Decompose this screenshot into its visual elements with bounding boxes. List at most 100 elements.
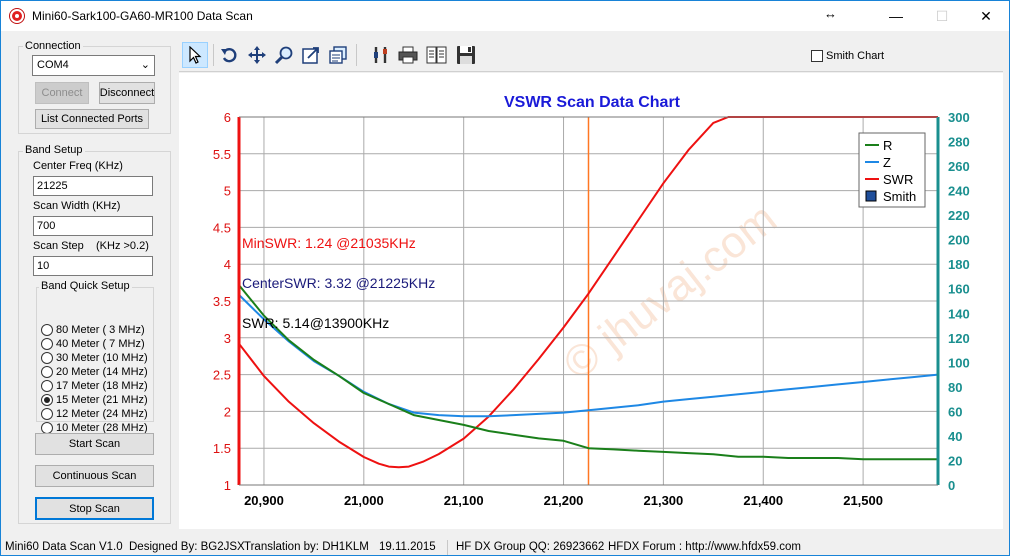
x-tick-label: 21,000: [344, 493, 384, 508]
app-window: Mini60-Sark100-GA60-MR100 Data Scan ↔ — …: [0, 0, 1010, 556]
port-select[interactable]: COM4 ⌄: [32, 55, 155, 76]
band-radio-label: 15 Meter (21 MHz): [56, 394, 148, 406]
y-left-tick-label: 1: [224, 478, 231, 493]
y-right-tick-label: 200: [948, 233, 970, 248]
toolbar-separator: [213, 44, 214, 66]
band-setup-group-label: Band Setup: [23, 144, 85, 156]
title-bar: Mini60-Sark100-GA60-MR100 Data Scan ↔ — …: [1, 1, 1009, 31]
print-icon[interactable]: [395, 42, 421, 68]
band-quick-setup-label: Band Quick Setup: [39, 280, 132, 292]
status-designed-by: Designed By: BG2JSX: [129, 541, 245, 553]
chart-legend: RZ SWR Smith: [858, 132, 926, 208]
connect-button[interactable]: Connect: [35, 82, 89, 104]
x-tick-label: 21,300: [644, 493, 684, 508]
toolbar-separator: [356, 44, 357, 66]
y-right-tick-label: 220: [948, 208, 970, 223]
y-right-tick-label: 280: [948, 135, 970, 150]
x-tick-label: 21,200: [544, 493, 584, 508]
radio-button[interactable]: [41, 408, 53, 420]
continuous-scan-button[interactable]: Continuous Scan: [35, 465, 154, 487]
band-radio-1[interactable]: 40 Meter ( 7 MHz): [41, 337, 145, 351]
preview-icon[interactable]: [424, 42, 450, 68]
radio-button[interactable]: [41, 352, 53, 364]
y-right-tick-label: 20: [948, 453, 962, 468]
pointer-icon[interactable]: [182, 42, 208, 68]
status-separator: [447, 540, 448, 555]
export-image-icon[interactable]: [298, 42, 324, 68]
y-right-tick-label: 160: [948, 282, 970, 297]
y-left-tick-label: 1.5: [213, 441, 231, 456]
status-qq-group: HF DX Group QQ: 26923662: [456, 541, 605, 553]
scan-width-input[interactable]: 700: [33, 216, 153, 236]
port-select-value: COM4: [37, 59, 69, 71]
band-radio-5[interactable]: 15 Meter (21 MHz): [41, 393, 148, 407]
y-left-tick-label: 6: [224, 110, 231, 125]
radio-button[interactable]: [41, 394, 53, 406]
radio-button[interactable]: [41, 338, 53, 350]
smith-chart-checkbox[interactable]: [811, 50, 823, 62]
band-radio-4[interactable]: 17 Meter (18 MHz): [41, 379, 148, 393]
y-left-tick-label: 5: [224, 184, 231, 199]
status-version: Mini60 Data Scan V1.0: [5, 541, 123, 553]
start-scan-button[interactable]: Start Scan: [35, 433, 154, 455]
settings-icon[interactable]: [368, 42, 394, 68]
chart-title: VSWR Scan Data Chart: [504, 94, 681, 111]
undo-icon[interactable]: [217, 42, 243, 68]
swr-annotation: SWR: 5.14@13900KHz: [242, 315, 389, 331]
center-freq-input[interactable]: 21225: [33, 176, 153, 196]
chevron-down-icon: ⌄: [140, 59, 150, 71]
status-bar: Mini60 Data Scan V1.0 Designed By: BG2JS…: [1, 539, 1009, 556]
scan-step-label: Scan Step: [33, 240, 84, 252]
left-panel: Connection COM4 ⌄ Connect Disconnect Lis…: [1, 31, 177, 541]
band-radio-3[interactable]: 20 Meter (14 MHz): [41, 365, 148, 379]
radio-button[interactable]: [41, 366, 53, 378]
y-left-tick-label: 3.5: [213, 294, 231, 309]
zoom-icon[interactable]: [271, 42, 297, 68]
radio-button[interactable]: [41, 324, 53, 336]
pan-icon[interactable]: [244, 42, 270, 68]
legend-swatch-smith: [865, 190, 877, 202]
band-radio-label: 12 Meter (24 MHz): [56, 408, 148, 420]
x-tick-label: 21,100: [444, 493, 484, 508]
x-tick-label: 21,500: [843, 493, 883, 508]
legend-label: Smith: [883, 189, 916, 204]
copy-icon[interactable]: [325, 42, 351, 68]
y-right-tick-label: 120: [948, 331, 970, 346]
center-swr-annotation: CenterSWR: 3.32 @21225KHz: [242, 275, 435, 291]
window-title: Mini60-Sark100-GA60-MR100 Data Scan: [32, 9, 253, 23]
legend-label: SWR: [883, 172, 913, 187]
stop-scan-button[interactable]: Stop Scan: [35, 497, 154, 520]
app-icon: [10, 9, 24, 23]
center-freq-label: Center Freq (KHz): [33, 160, 123, 172]
legend-label: Z: [883, 155, 891, 170]
close-button[interactable]: ✕: [963, 1, 1009, 31]
status-date: 19.11.2015: [379, 541, 436, 553]
y-right-tick-label: 0: [948, 478, 955, 493]
y-left-tick-label: 5.5: [213, 147, 231, 162]
y-right-tick-label: 300: [948, 110, 970, 125]
y-right-tick-label: 180: [948, 257, 970, 272]
band-radio-label: 30 Meter (10 MHz): [56, 352, 148, 364]
y-left-tick-label: 3: [224, 331, 231, 346]
y-right-tick-label: 240: [948, 184, 970, 199]
band-radio-2[interactable]: 30 Meter (10 MHz): [41, 351, 148, 365]
resize-cursor-icon: ↔: [824, 6, 837, 21]
band-radio-label: 40 Meter ( 7 MHz): [56, 338, 145, 350]
x-tick-label: 21,400: [743, 493, 783, 508]
vswr-chart[interactable]: VSWR Scan Data Chart © jhuvaj.com 11.522…: [179, 73, 1003, 529]
y-left-tick-label: 4: [224, 257, 231, 272]
scan-step-input[interactable]: 10: [33, 256, 153, 276]
scan-step-hint: (KHz >0.2): [96, 240, 149, 252]
status-translation-by: Translation by: DH1KLM: [244, 541, 369, 553]
min-swr-annotation: MinSWR: 1.24 @21035KHz: [242, 235, 416, 251]
radio-button[interactable]: [41, 380, 53, 392]
list-ports-button[interactable]: List Connected Ports: [35, 109, 149, 129]
smith-chart-toggle[interactable]: Smith Chart: [811, 50, 884, 62]
maximize-button[interactable]: ☐: [919, 1, 965, 31]
band-radio-0[interactable]: 80 Meter ( 3 MHz): [41, 323, 145, 337]
disconnect-button[interactable]: Disconnect: [99, 82, 155, 104]
minimize-button[interactable]: —: [873, 1, 919, 31]
save-icon[interactable]: [453, 42, 479, 68]
band-radio-6[interactable]: 12 Meter (24 MHz): [41, 407, 148, 421]
band-radio-label: 80 Meter ( 3 MHz): [56, 324, 145, 336]
